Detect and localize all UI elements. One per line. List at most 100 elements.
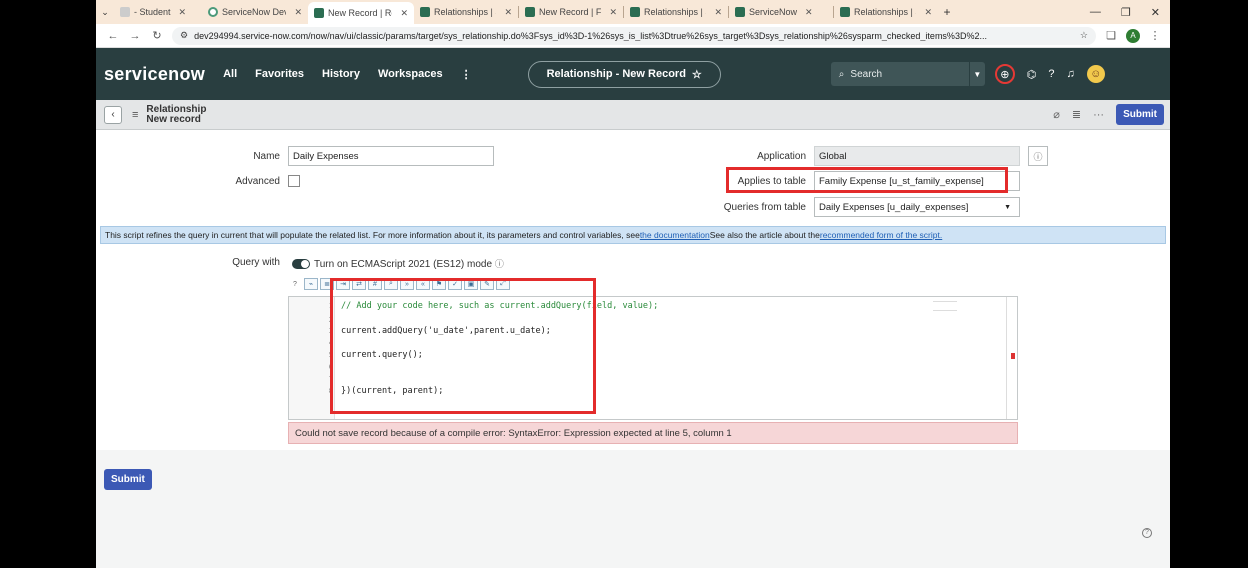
application-info-icon[interactable]: ⓘ xyxy=(1028,146,1048,166)
tab-strip: ⌄ - Student ✕ ServiceNow Dev ✕ New Recor… xyxy=(96,0,1170,24)
back-arrow-icon[interactable]: ← xyxy=(106,30,120,42)
documentation-link[interactable]: the documentation xyxy=(640,230,710,240)
url-text: dev294994.service-now.com/now/nav/ui/cla… xyxy=(194,30,987,41)
toggle-comment-icon[interactable]: ⌁ xyxy=(304,278,318,290)
browser-tab[interactable]: Relationships | S ✕ xyxy=(834,2,938,22)
global-search-input[interactable]: ⌕ Search xyxy=(830,62,969,86)
tab-list-dropdown-icon[interactable]: ⌄ xyxy=(96,7,114,18)
browser-tab[interactable]: Relationships | S ✕ xyxy=(624,2,728,22)
editor-help-icon[interactable]: ? xyxy=(288,278,302,290)
queries-from-table-select[interactable]: Daily Expenses [u_daily_expenses] ▼ xyxy=(814,197,1020,217)
form-context-menu-icon[interactable]: ≡ xyxy=(132,109,138,121)
form-body: Name Daily Expenses Advanced Application… xyxy=(96,130,1170,568)
servicenow-favicon-icon xyxy=(630,7,640,17)
close-window-icon[interactable]: ✕ xyxy=(1151,6,1160,19)
minimize-icon[interactable]: — xyxy=(1090,6,1101,19)
name-input[interactable]: Daily Expenses xyxy=(288,146,494,166)
favorite-star-icon[interactable]: ☆ xyxy=(692,68,702,81)
ecmascript-toggle[interactable] xyxy=(292,259,310,269)
servicenow-header: servicenow All Favorites History Workspa… xyxy=(96,48,1170,100)
ecmascript-help-icon[interactable]: ⓘ xyxy=(495,259,504,269)
servicenow-favicon-icon xyxy=(420,7,430,17)
form-header: ‹ ≡ Relationship New record ⌀ ≣ ··· Subm… xyxy=(96,100,1170,130)
line-number: 5 xyxy=(328,351,333,359)
line-number: 1 xyxy=(328,302,333,310)
help-icon[interactable]: ? xyxy=(1048,68,1054,80)
bookmark-star-icon[interactable]: ☆ xyxy=(1080,30,1088,41)
close-tab-icon[interactable]: ✕ xyxy=(504,7,512,18)
chat-icon[interactable]: ⌬ xyxy=(1027,68,1037,81)
more-options-icon[interactable]: ··· xyxy=(1093,109,1104,121)
close-tab-icon[interactable]: ✕ xyxy=(294,7,302,18)
scope-globe-icon[interactable]: ⊕ xyxy=(994,64,1015,84)
user-avatar[interactable]: ☺ xyxy=(1086,65,1105,83)
nav-more-icon[interactable]: ⋮ xyxy=(461,68,472,81)
new-tab-button[interactable]: + xyxy=(938,5,956,19)
close-tab-icon[interactable]: ✕ xyxy=(805,7,813,18)
compile-error-message: Could not save record because of a compi… xyxy=(288,422,1018,444)
browser-menu-icon[interactable]: ⋮ xyxy=(1148,29,1162,42)
activity-stream-icon[interactable]: ≣ xyxy=(1072,108,1081,121)
search-icon: ⌕ xyxy=(838,68,845,80)
application-label: Application xyxy=(757,151,806,162)
advanced-checkbox[interactable] xyxy=(288,175,300,187)
context-title-pill[interactable]: Relationship - New Record ☆ xyxy=(527,60,721,88)
main-nav: All Favorites History Workspaces ⋮ xyxy=(223,68,472,81)
attachment-icon[interactable]: ⌀ xyxy=(1053,108,1060,121)
site-settings-icon[interactable]: ⚙ xyxy=(180,30,188,41)
error-marker xyxy=(1011,353,1015,359)
reload-icon[interactable]: ↻ xyxy=(150,29,164,42)
browser-tab[interactable]: ServiceNow Dev ✕ xyxy=(202,2,308,22)
form-header-actions: ⌀ ≣ ··· Submit xyxy=(1053,104,1170,125)
browser-tab[interactable]: ServiceNow ✕ xyxy=(729,2,833,22)
line-number: 2 xyxy=(328,316,333,324)
recommended-form-link[interactable]: recommended form of the script. xyxy=(820,230,942,240)
servicenow-favicon-icon xyxy=(840,7,850,17)
query-with-label: Query with xyxy=(232,257,280,268)
servicenow-favicon-icon xyxy=(208,7,218,17)
browser-tab[interactable]: New Record | Fa ✕ xyxy=(519,2,623,22)
back-button[interactable]: ‹ xyxy=(104,105,122,124)
search-scope-dropdown-icon[interactable]: ▼ xyxy=(968,62,985,86)
browser-tab[interactable]: - Student ✕ xyxy=(114,2,202,22)
notifications-bell-icon[interactable]: ♫ xyxy=(1067,68,1075,80)
window-controls: — ❐ ✕ xyxy=(1090,6,1170,19)
line-number: 8 xyxy=(328,387,333,395)
close-tab-icon[interactable]: ✕ xyxy=(179,7,187,18)
line-number: 4 xyxy=(328,339,333,347)
page-help-icon[interactable]: ? xyxy=(1142,528,1152,538)
servicenow-favicon-icon xyxy=(735,7,745,17)
highlight-box-applies-to xyxy=(726,167,1008,193)
servicenow-favicon-icon xyxy=(525,7,535,17)
submit-button-bottom[interactable]: Submit xyxy=(104,469,152,490)
nav-history[interactable]: History xyxy=(322,68,360,80)
nav-workspaces[interactable]: Workspaces xyxy=(378,68,443,80)
info-banner: This script refines the query in current… xyxy=(100,226,1166,244)
name-label: Name xyxy=(253,151,280,162)
nav-favorites[interactable]: Favorites xyxy=(255,68,304,80)
student-favicon-icon xyxy=(120,7,130,17)
editor-minimap xyxy=(933,301,957,311)
profile-avatar[interactable]: A xyxy=(1126,28,1140,43)
queries-from-table-label: Queries from table xyxy=(723,202,806,213)
submit-button-top[interactable]: Submit xyxy=(1116,104,1164,125)
nav-all[interactable]: All xyxy=(223,68,237,80)
close-tab-icon[interactable]: ✕ xyxy=(714,7,722,18)
close-tab-icon[interactable]: ✕ xyxy=(609,7,617,18)
restore-icon[interactable]: ❐ xyxy=(1121,6,1131,19)
url-field[interactable]: ⚙ dev294994.service-now.com/now/nav/ui/c… xyxy=(172,26,1096,45)
servicenow-logo[interactable]: servicenow xyxy=(104,64,205,85)
application-field: Global xyxy=(814,146,1020,166)
line-number: 3 xyxy=(328,327,333,335)
close-tab-icon[interactable]: ✕ xyxy=(924,7,932,18)
highlight-box-script xyxy=(330,278,596,414)
close-tab-icon[interactable]: ✕ xyxy=(400,8,408,19)
forward-arrow-icon[interactable]: → xyxy=(128,30,142,42)
browser-tab-active[interactable]: New Record | Re ✕ xyxy=(308,2,414,24)
header-icons: ⊕ ⌬ ? ♫ ☺ xyxy=(994,64,1105,84)
context-title: Relationship - New Record xyxy=(546,68,686,80)
browser-tab[interactable]: Relationships | S ✕ xyxy=(414,2,518,22)
form-title: Relationship New record xyxy=(146,103,207,125)
editor-scrollbar[interactable] xyxy=(1006,297,1007,419)
extensions-icon[interactable]: ❏ xyxy=(1104,29,1118,42)
